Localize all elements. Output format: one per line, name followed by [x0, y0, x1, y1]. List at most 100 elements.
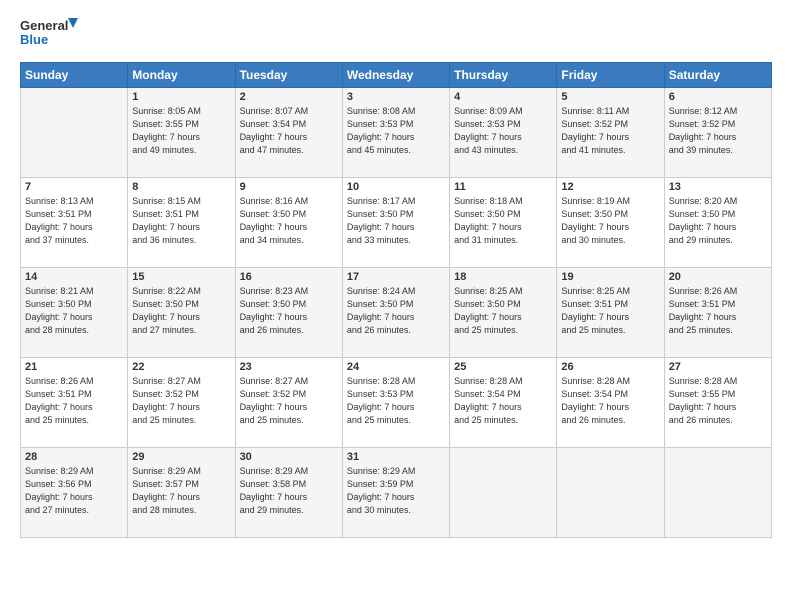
- calendar-cell: 3 Sunrise: 8:08 AM Sunset: 3:53 PM Daylig…: [342, 88, 449, 178]
- day-info: Sunrise: 8:09 AM Sunset: 3:53 PM Dayligh…: [454, 105, 552, 157]
- day-number: 31: [347, 451, 445, 463]
- calendar-cell: 27 Sunrise: 8:28 AM Sunset: 3:55 PM Dayli…: [664, 358, 771, 448]
- day-info: Sunrise: 8:26 AM Sunset: 3:51 PM Dayligh…: [25, 375, 123, 427]
- day-number: 20: [669, 271, 767, 283]
- calendar-cell: 23 Sunrise: 8:27 AM Sunset: 3:52 PM Dayli…: [235, 358, 342, 448]
- week-row-3: 14Sunrise: 8:21 AM Sunset: 3:50 PM Dayli…: [21, 268, 772, 358]
- day-info: Sunrise: 8:29 AM Sunset: 3:58 PM Dayligh…: [240, 465, 338, 517]
- day-info: Sunrise: 8:29 AM Sunset: 3:56 PM Dayligh…: [25, 465, 123, 517]
- day-info: Sunrise: 8:20 AM Sunset: 3:50 PM Dayligh…: [669, 195, 767, 247]
- day-info: Sunrise: 8:16 AM Sunset: 3:50 PM Dayligh…: [240, 195, 338, 247]
- calendar-cell: 22 Sunrise: 8:27 AM Sunset: 3:52 PM Dayli…: [128, 358, 235, 448]
- svg-text:Blue: Blue: [20, 32, 48, 47]
- calendar-cell: 8 Sunrise: 8:15 AM Sunset: 3:51 PM Daylig…: [128, 178, 235, 268]
- day-number: 27: [669, 361, 767, 373]
- day-number: 10: [347, 181, 445, 193]
- day-number: 24: [347, 361, 445, 373]
- day-number: 29: [132, 451, 230, 463]
- calendar-cell: 29 Sunrise: 8:29 AM Sunset: 3:57 PM Dayli…: [128, 448, 235, 538]
- day-info: Sunrise: 8:27 AM Sunset: 3:52 PM Dayligh…: [132, 375, 230, 427]
- day-number: 19: [561, 271, 659, 283]
- calendar-cell: [450, 448, 557, 538]
- day-info: Sunrise: 8:08 AM Sunset: 3:53 PM Dayligh…: [347, 105, 445, 157]
- calendar-cell: 20Sunrise: 8:26 AM Sunset: 3:51 PM Dayli…: [664, 268, 771, 358]
- day-number: 8: [132, 181, 230, 193]
- logo: General Blue: [20, 16, 78, 52]
- day-number: 9: [240, 181, 338, 193]
- header-wednesday: Wednesday: [342, 63, 449, 88]
- day-info: Sunrise: 8:29 AM Sunset: 3:59 PM Dayligh…: [347, 465, 445, 517]
- header-tuesday: Tuesday: [235, 63, 342, 88]
- week-row-5: 28Sunrise: 8:29 AM Sunset: 3:56 PM Dayli…: [21, 448, 772, 538]
- day-info: Sunrise: 8:25 AM Sunset: 3:50 PM Dayligh…: [454, 285, 552, 337]
- calendar-cell: 24 Sunrise: 8:28 AM Sunset: 3:53 PM Dayli…: [342, 358, 449, 448]
- day-number: 17: [347, 271, 445, 283]
- day-info: Sunrise: 8:19 AM Sunset: 3:50 PM Dayligh…: [561, 195, 659, 247]
- day-number: 14: [25, 271, 123, 283]
- day-number: 18: [454, 271, 552, 283]
- calendar-cell: 18 Sunrise: 8:25 AM Sunset: 3:50 PM Dayli…: [450, 268, 557, 358]
- calendar-cell: 7 Sunrise: 8:13 AM Sunset: 3:51 PM Daylig…: [21, 178, 128, 268]
- calendar-cell: 19Sunrise: 8:25 AM Sunset: 3:51 PM Dayli…: [557, 268, 664, 358]
- day-info: Sunrise: 8:18 AM Sunset: 3:50 PM Dayligh…: [454, 195, 552, 247]
- day-info: Sunrise: 8:15 AM Sunset: 3:51 PM Dayligh…: [132, 195, 230, 247]
- header-thursday: Thursday: [450, 63, 557, 88]
- day-number: 7: [25, 181, 123, 193]
- calendar-cell: 14Sunrise: 8:21 AM Sunset: 3:50 PM Dayli…: [21, 268, 128, 358]
- day-number: 30: [240, 451, 338, 463]
- calendar-cell: 6 Sunrise: 8:12 AM Sunset: 3:52 PM Daylig…: [664, 88, 771, 178]
- calendar-cell: [21, 88, 128, 178]
- day-info: Sunrise: 8:27 AM Sunset: 3:52 PM Dayligh…: [240, 375, 338, 427]
- day-info: Sunrise: 8:28 AM Sunset: 3:54 PM Dayligh…: [561, 375, 659, 427]
- calendar-cell: 13 Sunrise: 8:20 AM Sunset: 3:50 PM Dayli…: [664, 178, 771, 268]
- day-number: 4: [454, 91, 552, 103]
- day-number: 6: [669, 91, 767, 103]
- day-info: Sunrise: 8:23 AM Sunset: 3:50 PM Dayligh…: [240, 285, 338, 337]
- calendar-body: 1 Sunrise: 8:05 AM Sunset: 3:55 PM Daylig…: [21, 88, 772, 538]
- calendar-cell: 15 Sunrise: 8:22 AM Sunset: 3:50 PM Dayli…: [128, 268, 235, 358]
- calendar-cell: 11 Sunrise: 8:18 AM Sunset: 3:50 PM Dayli…: [450, 178, 557, 268]
- day-number: 25: [454, 361, 552, 373]
- day-info: Sunrise: 8:07 AM Sunset: 3:54 PM Dayligh…: [240, 105, 338, 157]
- day-info: Sunrise: 8:28 AM Sunset: 3:53 PM Dayligh…: [347, 375, 445, 427]
- calendar-cell: 4 Sunrise: 8:09 AM Sunset: 3:53 PM Daylig…: [450, 88, 557, 178]
- day-number: 26: [561, 361, 659, 373]
- calendar-cell: 10 Sunrise: 8:17 AM Sunset: 3:50 PM Dayli…: [342, 178, 449, 268]
- day-info: Sunrise: 8:28 AM Sunset: 3:55 PM Dayligh…: [669, 375, 767, 427]
- header: General Blue: [20, 16, 772, 52]
- day-info: Sunrise: 8:22 AM Sunset: 3:50 PM Dayligh…: [132, 285, 230, 337]
- day-info: Sunrise: 8:05 AM Sunset: 3:55 PM Dayligh…: [132, 105, 230, 157]
- logo-svg: General Blue: [20, 16, 78, 52]
- calendar-cell: 28Sunrise: 8:29 AM Sunset: 3:56 PM Dayli…: [21, 448, 128, 538]
- header-friday: Friday: [557, 63, 664, 88]
- day-number: 1: [132, 91, 230, 103]
- day-info: Sunrise: 8:29 AM Sunset: 3:57 PM Dayligh…: [132, 465, 230, 517]
- day-info: Sunrise: 8:28 AM Sunset: 3:54 PM Dayligh…: [454, 375, 552, 427]
- day-number: 22: [132, 361, 230, 373]
- day-number: 2: [240, 91, 338, 103]
- day-number: 21: [25, 361, 123, 373]
- calendar-cell: [557, 448, 664, 538]
- day-info: Sunrise: 8:24 AM Sunset: 3:50 PM Dayligh…: [347, 285, 445, 337]
- day-number: 5: [561, 91, 659, 103]
- day-number: 3: [347, 91, 445, 103]
- day-number: 11: [454, 181, 552, 193]
- calendar-cell: 30 Sunrise: 8:29 AM Sunset: 3:58 PM Dayli…: [235, 448, 342, 538]
- day-number: 23: [240, 361, 338, 373]
- header-sunday: Sunday: [21, 63, 128, 88]
- week-row-1: 1 Sunrise: 8:05 AM Sunset: 3:55 PM Daylig…: [21, 88, 772, 178]
- page: General Blue SundayMondayTuesdayWednesda…: [0, 0, 792, 612]
- day-info: Sunrise: 8:13 AM Sunset: 3:51 PM Dayligh…: [25, 195, 123, 247]
- day-info: Sunrise: 8:17 AM Sunset: 3:50 PM Dayligh…: [347, 195, 445, 247]
- day-info: Sunrise: 8:12 AM Sunset: 3:52 PM Dayligh…: [669, 105, 767, 157]
- day-number: 13: [669, 181, 767, 193]
- day-number: 12: [561, 181, 659, 193]
- header-saturday: Saturday: [664, 63, 771, 88]
- header-row: SundayMondayTuesdayWednesdayThursdayFrid…: [21, 63, 772, 88]
- calendar-cell: 25 Sunrise: 8:28 AM Sunset: 3:54 PM Dayli…: [450, 358, 557, 448]
- calendar-cell: 21 Sunrise: 8:26 AM Sunset: 3:51 PM Dayli…: [21, 358, 128, 448]
- week-row-4: 21 Sunrise: 8:26 AM Sunset: 3:51 PM Dayli…: [21, 358, 772, 448]
- calendar-cell: 31 Sunrise: 8:29 AM Sunset: 3:59 PM Dayli…: [342, 448, 449, 538]
- week-row-2: 7 Sunrise: 8:13 AM Sunset: 3:51 PM Daylig…: [21, 178, 772, 268]
- day-number: 15: [132, 271, 230, 283]
